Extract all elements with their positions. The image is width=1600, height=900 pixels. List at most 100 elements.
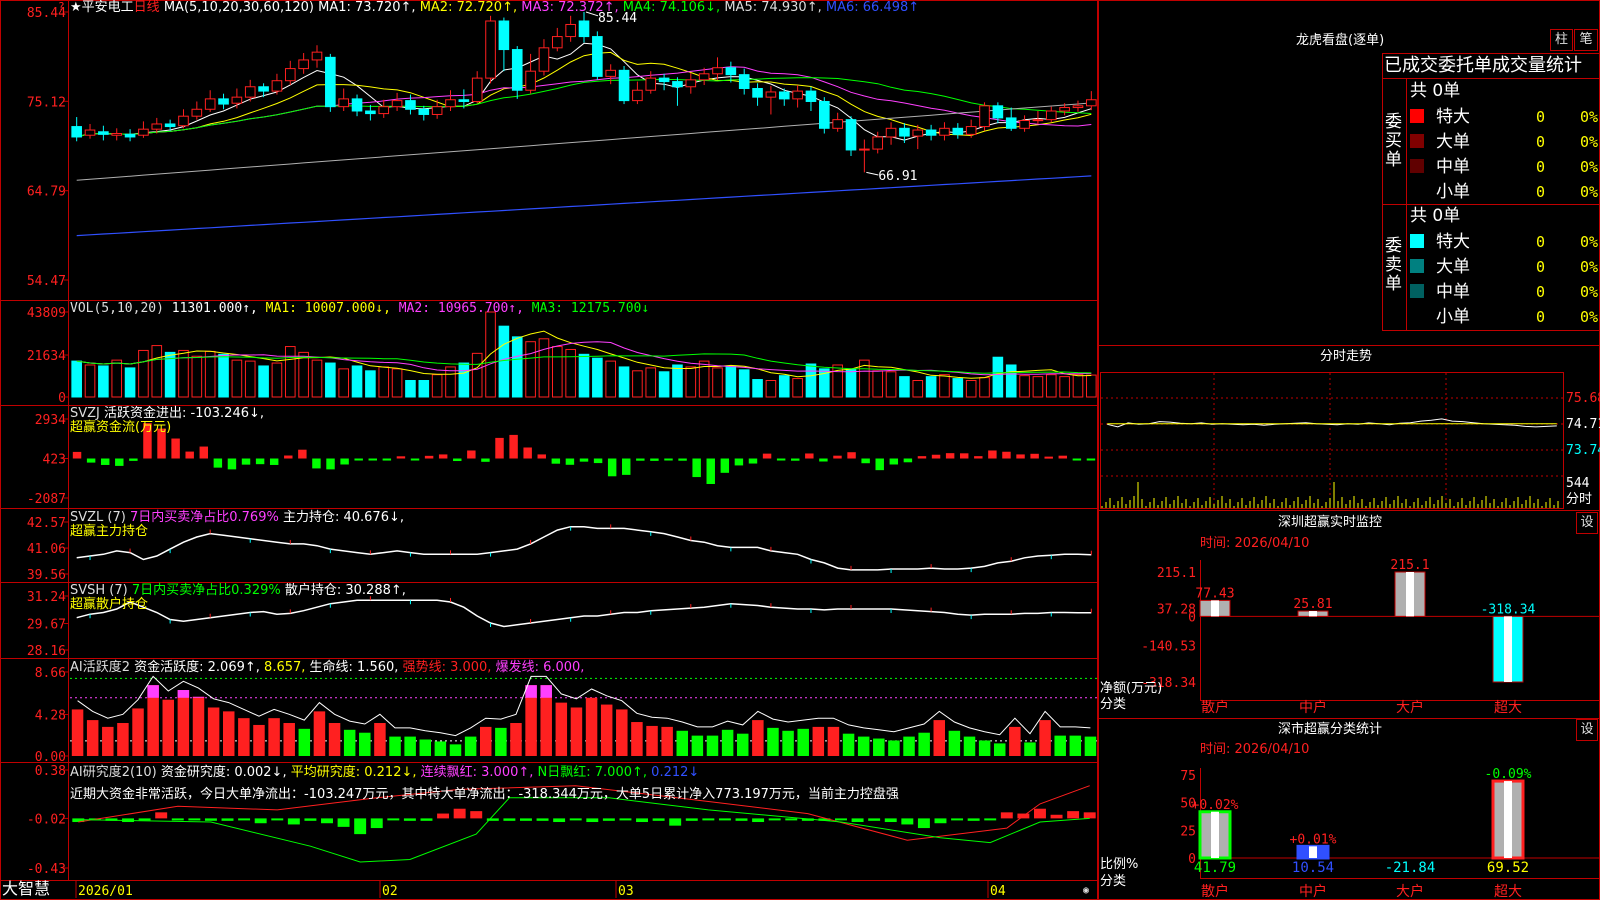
candle-body xyxy=(191,108,203,117)
fund-flow-bar xyxy=(255,458,265,465)
candle-body xyxy=(925,129,937,136)
volume-bar xyxy=(458,362,470,398)
fund-flow-bar xyxy=(213,458,223,468)
volume-bar xyxy=(311,359,323,398)
candle-body xyxy=(365,110,376,115)
ai1-name: AI活跃度2 xyxy=(70,660,130,675)
research-bar xyxy=(287,818,300,825)
ai1-t1: 资金活跃度: 2.069↑, xyxy=(134,660,260,675)
activity-bar xyxy=(1054,735,1066,756)
sell-total: 共 0单 xyxy=(1410,206,1461,226)
activity-bar xyxy=(903,736,915,756)
volume-bar xyxy=(471,352,483,398)
fund-flow-bar xyxy=(650,458,659,461)
volume-bar xyxy=(218,353,229,398)
research-bar xyxy=(387,818,400,821)
buy-row-pct-1: 0% xyxy=(1580,108,1598,126)
szcls-category: 大户 xyxy=(1396,883,1424,900)
sell-side-label: 委卖单 xyxy=(1385,236,1402,294)
y-tick-label: -0.43 xyxy=(27,862,66,877)
research-bar xyxy=(602,818,615,821)
activity-bar xyxy=(570,707,583,756)
ma4-line xyxy=(76,77,1092,138)
activity-bar xyxy=(86,720,99,756)
intraday-price-tick-3: 73.74 xyxy=(1566,443,1600,458)
research-bar xyxy=(685,818,698,821)
candle-body xyxy=(351,98,363,112)
fund-flow-bar xyxy=(523,447,532,459)
volume-bar xyxy=(632,370,643,398)
intraday-price-line xyxy=(1107,418,1557,428)
fund-flow-bar xyxy=(748,458,758,464)
research-bar xyxy=(238,818,251,821)
szmon-settings-button[interactable]: 设 xyxy=(1576,512,1598,534)
candle-body xyxy=(899,127,910,137)
dragon-title: 龙虎看盘(逐单) xyxy=(1296,33,1385,48)
activity-bar xyxy=(71,709,84,756)
volume-bar xyxy=(551,346,563,398)
candle-body xyxy=(378,106,390,115)
activity-bar xyxy=(736,733,749,756)
szmon-bar-highlight xyxy=(1211,600,1219,617)
candle-body xyxy=(498,20,510,51)
buy-row-swatch xyxy=(1410,184,1424,198)
research-bar xyxy=(868,818,881,821)
vol-ma3: MA3: 12175.700↓ xyxy=(531,301,650,316)
lock-icon[interactable]: ◉ xyxy=(1083,884,1089,898)
fund-flow-bar xyxy=(636,458,645,461)
period-label[interactable]: 日线 xyxy=(134,0,160,15)
y-tick-label: 31.24 xyxy=(27,590,66,605)
szcls-category: 超大 xyxy=(1494,884,1522,900)
activity-bar xyxy=(752,720,764,756)
activity-bar xyxy=(782,730,794,756)
fund-flow-bar xyxy=(199,446,209,459)
volume-bar xyxy=(578,353,590,398)
sell-row-count-1: 0 xyxy=(1536,233,1545,251)
fund-flow-bar xyxy=(551,458,561,464)
buy-row-label-2: 大单 xyxy=(1436,132,1470,152)
candle-body xyxy=(725,67,737,76)
candle-body xyxy=(885,127,897,138)
volume-bar xyxy=(111,359,123,398)
szcls-settings-button[interactable]: 设 xyxy=(1576,719,1598,741)
candle-body xyxy=(939,127,950,136)
volume-bar xyxy=(445,366,456,398)
activity-bar xyxy=(842,733,855,756)
fund-flow-bar xyxy=(1002,451,1011,459)
research-bar xyxy=(619,818,632,821)
candle-body xyxy=(832,119,843,129)
szmon-category: 超大 xyxy=(1494,700,1522,716)
candle-body xyxy=(965,126,977,135)
volume-bar xyxy=(525,341,536,398)
fund-flow-bar xyxy=(100,458,110,465)
tick-mode-button[interactable]: 笔 xyxy=(1574,29,1598,51)
volume-bar xyxy=(1059,376,1070,398)
sell-row-pct-3: 0% xyxy=(1580,283,1598,301)
stock-name[interactable]: 平安电工 xyxy=(82,0,134,15)
activity-bar xyxy=(616,709,628,756)
svsh-hold: 散户持仓: 30.288↑, xyxy=(284,583,406,598)
intraday-price-tick-2: 74.71 xyxy=(1566,417,1600,432)
candle-body xyxy=(819,100,830,129)
svzl-subtitle: 超赢主力持仓 xyxy=(70,524,149,539)
ai2-t2: 平均研究度: 0.212↓, xyxy=(290,765,417,780)
intraday-unit: 分时 xyxy=(1566,492,1593,507)
candle-body xyxy=(298,59,309,70)
volume-bar xyxy=(658,371,670,398)
intraday-vol-tick: 544 xyxy=(1566,476,1590,491)
y-tick-label: 42.57 xyxy=(27,516,66,531)
star-icon: ★ xyxy=(70,0,82,15)
svsh-header: SVSH (7) 7日内买卖净占比0.329% 散户持仓: 30.288↑, xyxy=(70,584,406,598)
volume-bar xyxy=(792,378,803,398)
bar-mode-button[interactable]: 柱 xyxy=(1550,29,1573,51)
fund-flow-bar xyxy=(1016,454,1025,459)
activity-bar xyxy=(389,736,401,756)
candle-body xyxy=(511,49,523,91)
fund-flow-bar xyxy=(565,458,575,465)
activity-bar xyxy=(1084,736,1097,756)
candle-body xyxy=(872,136,884,150)
volume-bar xyxy=(592,357,603,398)
y-tick-label: 0.38 xyxy=(35,764,66,779)
candle-body xyxy=(1032,119,1044,122)
fund-flow-bar xyxy=(509,434,518,459)
